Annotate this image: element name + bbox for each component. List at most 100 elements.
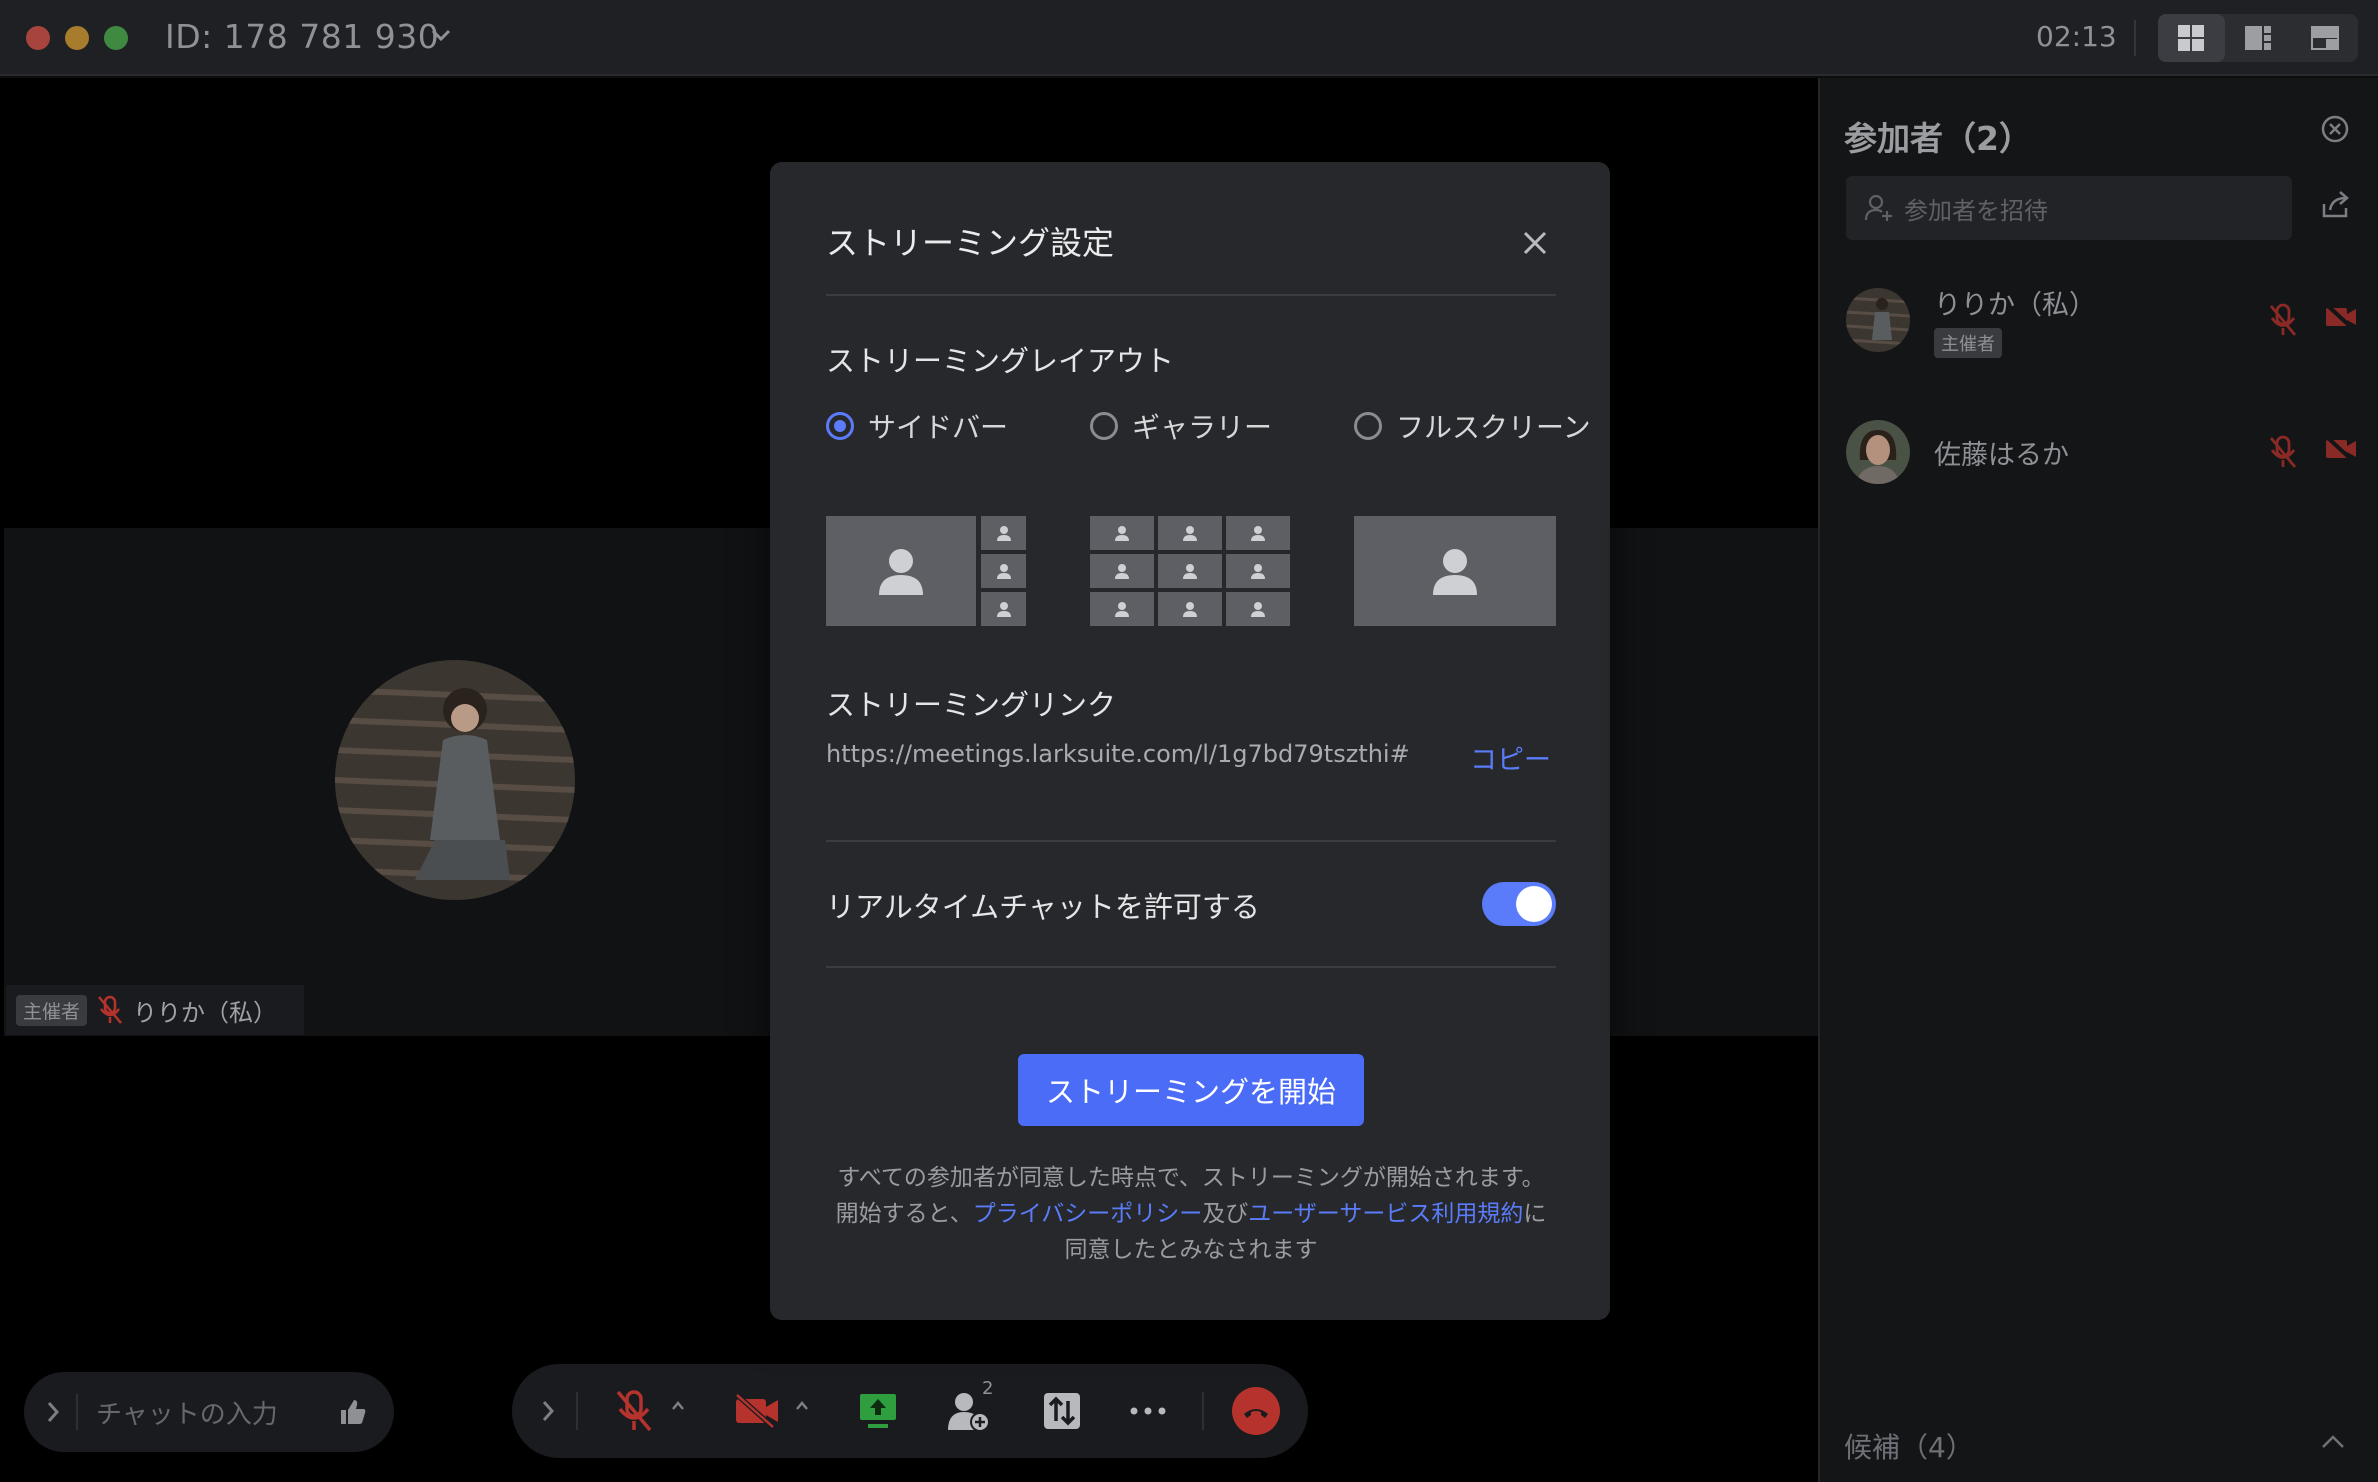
participant-row[interactable]: [1846, 334, 2366, 414]
meeting-id[interactable]: ID: 178 781 930: [165, 17, 439, 56]
window-minimize-button[interactable]: [65, 26, 89, 50]
invite-placeholder: 参加者を招待: [1904, 196, 2048, 225]
radio-label: フルスクリーン: [1396, 411, 1591, 444]
radio-label: サイドバー: [868, 411, 1009, 444]
preview-tile: [1090, 516, 1154, 550]
collapse-controls-button[interactable]: [528, 1364, 568, 1458]
participant-name: りりか（私）: [1934, 289, 2096, 321]
person-icon: [1251, 602, 1265, 617]
share-screen-icon: [860, 1394, 896, 1428]
person-icon: [1433, 549, 1477, 595]
add-user-icon: [1864, 194, 1892, 221]
sidebar-view-button[interactable]: [2225, 14, 2292, 62]
share-icon[interactable]: [2320, 190, 2352, 220]
copy-link-button[interactable]: コピー: [1470, 738, 1551, 777]
meeting-controls: 2: [512, 1364, 1308, 1458]
preview-tile: [1226, 592, 1290, 626]
divider: [76, 1394, 78, 1430]
participant-name: 佐藤はるか: [1934, 439, 2069, 471]
participant-count-badge: 2: [982, 1378, 994, 1399]
avatar-image: [335, 660, 575, 900]
divider: [1202, 1392, 1204, 1430]
terms-of-service-link[interactable]: ユーザーサービス利用規約: [1248, 1201, 1523, 1227]
share-screen-button[interactable]: [848, 1364, 908, 1458]
candidates-section-header[interactable]: 候補（4）: [1844, 1426, 1974, 1466]
chevron-up-icon[interactable]: [2320, 1434, 2346, 1450]
start-streaming-button[interactable]: ストリーミングを開始: [1018, 1054, 1364, 1126]
speaker-view-button[interactable]: [2291, 14, 2358, 62]
layout-switcher: [2158, 14, 2358, 62]
divider: [826, 294, 1556, 296]
privacy-policy-link[interactable]: プライバシーポリシー: [973, 1201, 1203, 1227]
preview-tile: [1226, 554, 1290, 588]
preview-tile: [1090, 554, 1154, 588]
radio-button[interactable]: [1354, 412, 1382, 440]
radio-button[interactable]: [826, 412, 854, 440]
avatar: [335, 660, 575, 900]
video-toggle-button[interactable]: [724, 1364, 790, 1458]
realtime-chat-toggle[interactable]: [1482, 882, 1556, 926]
chevron-right-icon[interactable]: [46, 1400, 60, 1424]
video-off-icon[interactable]: [2324, 303, 2358, 331]
close-dialog-button[interactable]: [1512, 220, 1558, 266]
chat-toggle-label: リアルタイムチャットを許可する: [826, 890, 1260, 924]
person-icon: [996, 602, 1011, 617]
person-icon: [1183, 526, 1197, 541]
mute-button[interactable]: [604, 1364, 664, 1458]
preview-side-tile: [981, 554, 1026, 588]
link-section-heading: ストリーミングリンク: [826, 688, 1117, 722]
window-maximize-button[interactable]: [104, 26, 128, 50]
participant-row[interactable]: 佐藤はるか: [1846, 412, 2366, 492]
chevron-right-icon: [542, 1401, 555, 1421]
consent-notice: すべての参加者が同意した時点で、ストリーミングが開始されます。開始すると、プライ…: [826, 1160, 1556, 1268]
speaker-layout-icon: [2310, 26, 2339, 50]
toggle-knob: [1516, 886, 1552, 922]
layout-option-sidebar[interactable]: サイドバー: [826, 408, 1008, 448]
more-options-button[interactable]: [1118, 1364, 1178, 1458]
layout-option-fullscreen[interactable]: フルスクリーン: [1354, 408, 1592, 448]
close-panel-icon[interactable]: [2320, 114, 2350, 144]
preview-side-tile: [981, 592, 1026, 626]
layout-section-heading: ストリーミングレイアウト: [826, 344, 1175, 378]
streaming-settings-dialog: ストリーミング設定 ストリーミングレイアウト サイドバー ギャラリー フルスクリ…: [770, 162, 1610, 1320]
chat-input[interactable]: チャットの入力: [96, 1394, 338, 1431]
invite-search-input[interactable]: 参加者を招待: [1846, 176, 2292, 240]
mic-muted-icon[interactable]: [2268, 303, 2298, 337]
chevron-down-icon[interactable]: [430, 28, 452, 42]
streaming-link-url: https://meetings.larksuite.com/l/1g7bd79…: [826, 740, 1410, 768]
mic-options-caret-icon[interactable]: [670, 1398, 686, 1414]
host-badge: 主催者: [16, 994, 88, 1026]
person-icon: [1115, 602, 1129, 617]
more-icon: [1130, 1407, 1166, 1415]
person-icon: [1115, 564, 1129, 579]
fullscreen-layout-preview[interactable]: [1354, 516, 1556, 626]
person-icon: [1183, 564, 1197, 579]
divider: [2134, 20, 2136, 56]
avatar: [1846, 420, 1910, 484]
person-icon: [1251, 564, 1265, 579]
radio-button[interactable]: [1090, 412, 1118, 440]
thumbs-up-icon[interactable]: [338, 1397, 368, 1427]
person-icon: [1251, 526, 1265, 541]
chat-input-bar: チャットの入力: [24, 1372, 394, 1452]
window-close-button[interactable]: [26, 26, 50, 50]
preview-side-tile: [981, 516, 1026, 550]
mic-muted-icon[interactable]: [2268, 435, 2298, 469]
gallery-view-button[interactable]: [2158, 14, 2225, 62]
video-tile-label: 主催者 りりか（私）: [6, 985, 304, 1035]
notice-text: 及び: [1202, 1201, 1249, 1227]
dialog-title: ストリーミング設定: [826, 224, 1115, 262]
video-options-caret-icon[interactable]: [794, 1398, 810, 1414]
preview-tile: [1158, 516, 1222, 550]
sidebar-layout-preview[interactable]: [826, 516, 1026, 626]
stream-settings-button[interactable]: [1032, 1364, 1092, 1458]
preview-main-tile: [826, 516, 976, 626]
preview-tile: [1226, 516, 1290, 550]
video-off-icon[interactable]: [2324, 435, 2358, 463]
preview-tile: [1158, 554, 1222, 588]
leave-meeting-button[interactable]: [1226, 1364, 1286, 1458]
gallery-layout-preview[interactable]: [1090, 516, 1290, 626]
grid-icon: [2178, 25, 2205, 51]
layout-option-gallery[interactable]: ギャラリー: [1090, 408, 1272, 448]
person-icon: [1183, 602, 1197, 617]
